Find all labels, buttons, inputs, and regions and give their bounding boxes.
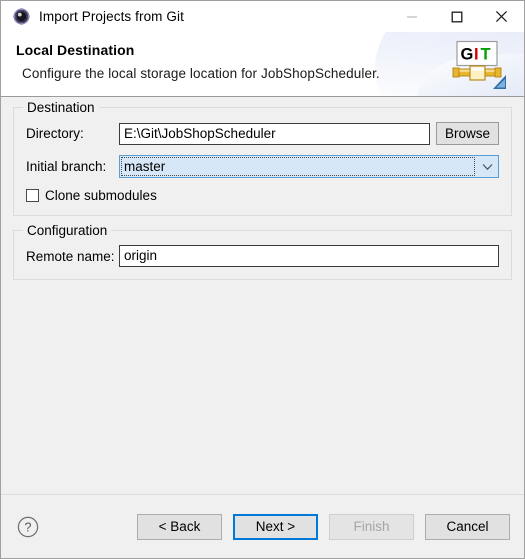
remote-name-row: Remote name: — [26, 245, 499, 267]
git-logo: G I T — [449, 40, 507, 90]
remote-name-label: Remote name: — [26, 248, 115, 264]
destination-group: Destination Directory: Browse Initial br… — [13, 100, 512, 216]
initial-branch-row: Initial branch: master — [26, 155, 499, 178]
initial-branch-combobox[interactable]: master — [119, 155, 499, 178]
svg-text:T: T — [481, 46, 491, 64]
remote-name-input[interactable] — [119, 245, 499, 267]
back-button[interactable]: < Back — [137, 513, 222, 540]
clone-submodules-row[interactable]: Clone submodules — [26, 188, 499, 203]
wizard-header: Local Destination Configure the local st… — [1, 32, 524, 97]
dialog-footer: ? < Back Next > Finish Cancel — [1, 495, 524, 558]
page-description: Configure the local storage location for… — [22, 66, 380, 81]
window-controls — [389, 1, 524, 32]
next-button[interactable]: Next > — [233, 513, 318, 540]
directory-label: Directory: — [26, 126, 84, 141]
eclipse-import-icon — [13, 8, 30, 25]
minimize-icon[interactable] — [389, 1, 434, 32]
cancel-button[interactable]: Cancel — [425, 513, 510, 540]
close-icon[interactable] — [479, 1, 524, 32]
initial-branch-value[interactable]: master — [121, 157, 475, 176]
dialog-body: Destination Directory: Browse Initial br… — [1, 97, 524, 494]
clone-submodules-label: Clone submodules — [45, 188, 157, 203]
configuration-group: Configuration Remote name: — [13, 223, 512, 280]
page-title: Local Destination — [16, 42, 135, 58]
directory-input[interactable] — [119, 122, 430, 145]
window-title: Import Projects from Git — [39, 9, 184, 24]
destination-group-legend: Destination — [23, 100, 99, 115]
finish-button: Finish — [329, 513, 414, 540]
directory-row: Directory: Browse — [26, 122, 499, 145]
svg-text:?: ? — [25, 520, 32, 534]
svg-text:I: I — [474, 46, 479, 64]
title-bar: Import Projects from Git — [1, 1, 524, 32]
footer-buttons: < Back Next > Finish Cancel — [126, 513, 510, 540]
maximize-icon[interactable] — [434, 1, 479, 32]
svg-text:G: G — [461, 46, 474, 64]
import-projects-from-git-dialog: Import Projects from Git Local Destinati… — [0, 0, 525, 559]
initial-branch-label: Initial branch: — [26, 159, 107, 174]
clone-submodules-checkbox[interactable] — [26, 189, 39, 202]
help-circle-icon[interactable]: ? — [17, 516, 39, 538]
browse-button[interactable]: Browse — [435, 122, 499, 145]
configuration-group-legend: Configuration — [23, 223, 112, 238]
chevron-down-icon[interactable] — [476, 156, 498, 177]
